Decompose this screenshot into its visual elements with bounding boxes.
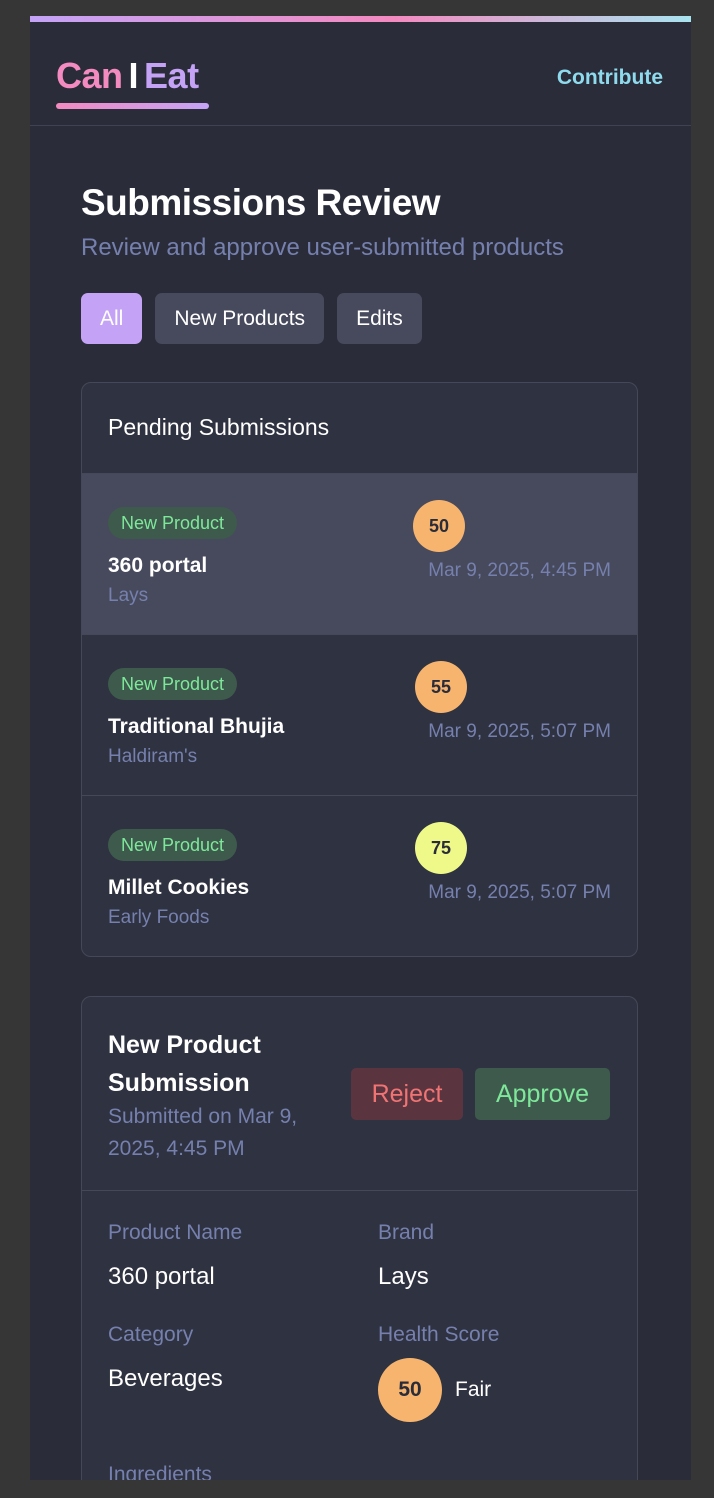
product-name-label: Product Name <box>108 1221 243 1244</box>
submission-name: 360 portal <box>108 554 208 577</box>
header: Can I Eat Contribute <box>30 22 691 126</box>
logo-i: I <box>128 55 139 96</box>
status-badge: New Product <box>108 507 238 539</box>
health-score-badge: 75 <box>415 822 467 874</box>
detail-submitted-date: Submitted on Mar 9, 2025, 4:45 PM <box>108 1105 298 1160</box>
submission-brand: Early Foods <box>108 907 210 928</box>
contribute-link[interactable]: Contribute <box>557 66 663 90</box>
submission-date: Mar 9, 2025, 5:07 PM <box>428 882 611 903</box>
submission-row[interactable]: New Product 360 portal Lays 50 Mar 9, 20… <box>82 473 637 634</box>
page-subtitle: Review and approve user-submitted produc… <box>81 234 564 261</box>
logo[interactable]: Can I Eat <box>56 56 199 96</box>
filter-new-products[interactable]: New Products <box>155 293 325 344</box>
health-score-badge: 55 <box>415 661 467 713</box>
logo-underline <box>56 103 209 109</box>
submission-date: Mar 9, 2025, 4:45 PM <box>428 560 611 581</box>
health-score-badge: 50 <box>413 500 465 552</box>
submission-name: Millet Cookies <box>108 876 250 899</box>
page-title: Submissions Review <box>81 182 441 223</box>
health-score-label: Health Score <box>378 1323 500 1346</box>
submission-name: Traditional Bhujia <box>108 715 285 738</box>
submission-brand: Haldiram's <box>108 746 198 767</box>
app-window: Can I Eat Contribute Submissions Review Re… <box>30 16 691 1480</box>
submission-brand: Lays <box>108 585 149 606</box>
status-badge: New Product <box>108 668 238 700</box>
logo-can: Can <box>56 55 123 96</box>
approve-button[interactable]: Approve <box>475 1068 610 1120</box>
submission-row[interactable]: New Product Traditional Bhujia Haldiram'… <box>82 634 637 795</box>
status-badge: New Product <box>108 829 238 861</box>
filter-tabs: All New Products Edits <box>81 293 422 344</box>
product-name-value: 360 portal <box>108 1263 215 1290</box>
filter-all[interactable]: All <box>81 293 143 344</box>
reject-button[interactable]: Reject <box>351 1068 463 1120</box>
brand-value: Lays <box>378 1263 429 1290</box>
pending-submissions-card: Pending Submissions New Product 360 port… <box>81 382 638 957</box>
logo-eat: Eat <box>144 55 199 96</box>
health-rating: Fair <box>455 1378 492 1401</box>
brand-label: Brand <box>378 1221 435 1244</box>
submission-detail-card: New Product Submission Submitted on Mar … <box>81 996 638 1480</box>
detail-title: New Product Submission <box>108 1031 261 1097</box>
category-value: Beverages <box>108 1365 223 1392</box>
submission-row[interactable]: New Product Millet Cookies Early Foods 7… <box>82 795 637 956</box>
ingredients-label: Ingredients <box>108 1463 212 1480</box>
submission-date: Mar 9, 2025, 5:07 PM <box>428 721 611 742</box>
divider <box>82 1190 637 1191</box>
pending-submissions-title: Pending Submissions <box>108 414 330 440</box>
filter-edits[interactable]: Edits <box>337 293 422 344</box>
health-score-circle: 50 <box>378 1358 442 1422</box>
category-label: Category <box>108 1323 194 1346</box>
